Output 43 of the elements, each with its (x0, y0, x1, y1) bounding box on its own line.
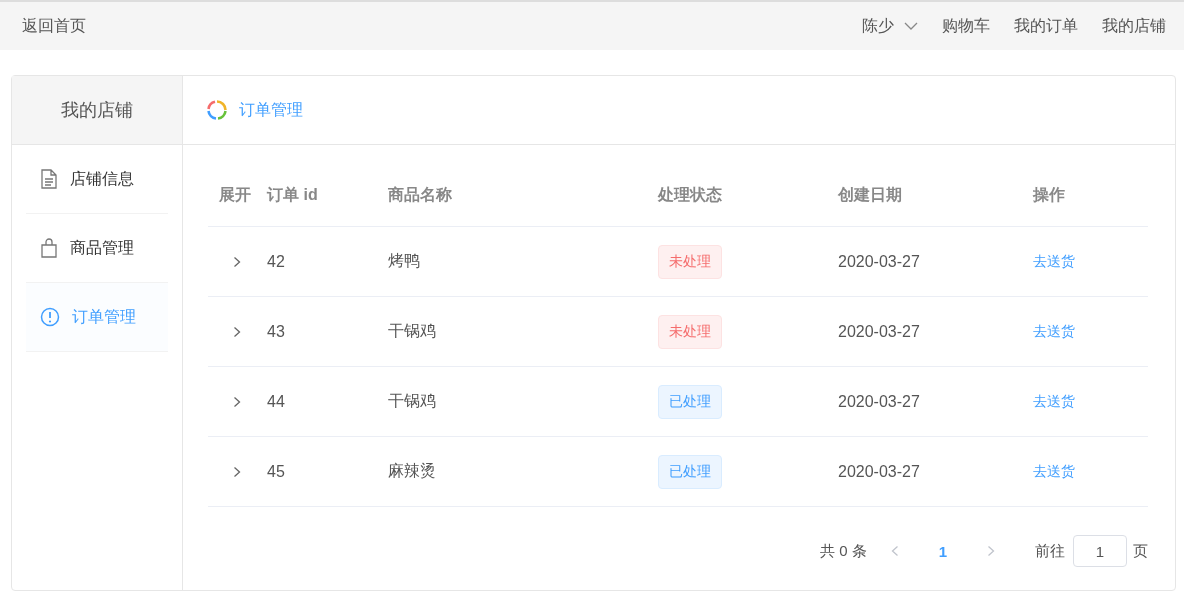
table-cell-text: 干锅鸡 (388, 321, 437, 341)
alert-icon (40, 307, 60, 327)
column-header: 处理状态 (658, 185, 723, 205)
document-icon (40, 169, 58, 189)
sidebar-title: 我的店铺 (12, 76, 182, 145)
table-cell-text: 干锅鸡 (388, 391, 437, 411)
chevron-icon[interactable] (233, 325, 241, 338)
nav-link[interactable]: 我的店铺 (1102, 15, 1166, 37)
chevron-icon[interactable] (233, 395, 241, 408)
table-cell-text: 42 (267, 252, 286, 271)
page-suffix: 页 (1133, 541, 1148, 561)
table-cell-text: 2020-03-27 (838, 322, 921, 341)
column-header: 商品名称 (388, 185, 453, 205)
nav-link[interactable]: 购物车 (942, 15, 990, 37)
status-tag: 已处理 (658, 384, 722, 419)
column-header: 展开 (218, 185, 252, 205)
status-tag: 已处理 (658, 454, 722, 489)
nav-link[interactable]: 我的订单 (1014, 15, 1078, 37)
bag-icon (40, 238, 58, 258)
table-cell-text: 45 (267, 462, 286, 481)
table-cell-text: 2020-03-27 (838, 392, 921, 411)
caret-icon (904, 22, 918, 30)
table-cell-text: 2020-03-27 (838, 462, 921, 481)
total-count: 共 0 条 (819, 541, 867, 561)
table-cell-text: 烤鸭 (388, 251, 421, 271)
loading-icon (207, 100, 227, 120)
column-header: 创建日期 (838, 185, 903, 205)
table-cell-text: 2020-03-27 (838, 252, 921, 271)
user-menu[interactable]: 陈少 (862, 15, 918, 37)
status-tag: 未处理 (658, 244, 722, 279)
home-link[interactable]: 返回首页 (22, 15, 86, 37)
status-tag: 未处理 (658, 314, 722, 349)
page-input[interactable]: 1 (1073, 535, 1127, 567)
goto-label: 前往 (1035, 541, 1065, 561)
sidebar-item[interactable]: 店铺信息 (26, 145, 168, 214)
chevron-icon[interactable] (233, 465, 241, 478)
table-cell-text: 麻辣烫 (388, 461, 437, 481)
column-header: 操作 (1033, 185, 1066, 205)
table-cell-text: 43 (267, 322, 286, 341)
column-header: 订单 id (267, 185, 319, 205)
chevron-icon[interactable] (233, 255, 241, 268)
table-cell-text: 44 (267, 392, 286, 411)
panel-title: 订单管理 (239, 99, 303, 120)
